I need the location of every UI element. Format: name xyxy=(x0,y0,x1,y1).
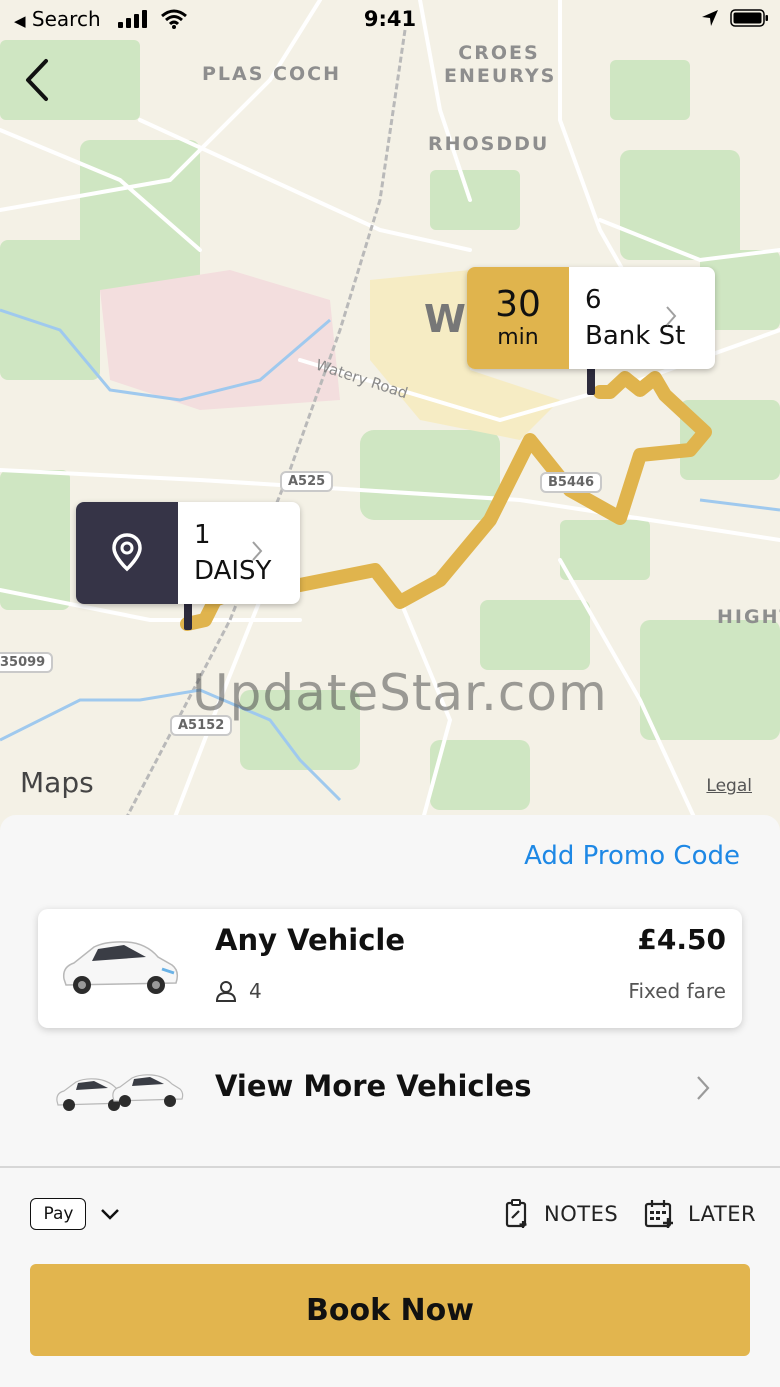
apple-pay-icon: Pay xyxy=(30,1198,86,1230)
place-label: W xyxy=(424,297,468,341)
chevron-down-icon xyxy=(101,1209,119,1220)
divider xyxy=(0,1166,780,1168)
clock: 9:41 xyxy=(363,7,417,31)
road-shield: B5446 xyxy=(540,472,603,493)
car-icon xyxy=(62,941,179,994)
watermark: UpdateStar.com xyxy=(192,664,608,722)
place-label: RHOSDDU xyxy=(428,133,550,155)
place-label: ENEURYS xyxy=(444,65,557,87)
place-label: PLAS COCH xyxy=(202,63,341,85)
destination-pin-stem xyxy=(587,365,595,395)
chevron-right-icon xyxy=(666,306,677,326)
destination-marker[interactable]: 30 min 6 Bank St xyxy=(467,267,715,369)
notes-button[interactable]: NOTES xyxy=(504,1199,618,1229)
chevron-right-icon xyxy=(252,541,263,561)
legal-link[interactable]: Legal xyxy=(706,776,752,796)
place-label: CROES xyxy=(458,42,540,64)
calendar-add-icon xyxy=(644,1200,673,1228)
chevron-right-icon xyxy=(697,1076,710,1100)
back-button[interactable] xyxy=(18,55,62,105)
map-view[interactable]: PLAS COCH CROES ENEURYS RHOSDDU W HIGHT … xyxy=(0,0,780,830)
seat-count: 4 xyxy=(249,979,262,1003)
cars-icon xyxy=(56,1074,184,1111)
fare-type: Fixed fare xyxy=(628,979,726,1003)
maps-label: Maps xyxy=(20,766,94,799)
apple-maps-attribution: Maps xyxy=(20,766,94,799)
pickup-marker[interactable]: 1 DAISY xyxy=(76,502,300,604)
vehicle-seats: 4 xyxy=(215,979,262,1003)
cellular-signal-icon xyxy=(118,10,147,28)
location-pin-icon xyxy=(112,533,142,572)
add-promo-code-link[interactable]: Add Promo Code xyxy=(524,841,740,871)
location-arrow-icon xyxy=(702,10,718,26)
status-bar: ◀ Search 9:41 xyxy=(0,0,780,40)
place-label: HIGHT xyxy=(717,606,780,628)
notes-icon xyxy=(505,1199,527,1228)
book-now-button[interactable]: Book Now xyxy=(30,1264,750,1356)
eta-unit: min xyxy=(497,325,539,350)
vehicle-option-card[interactable]: Any Vehicle 4 £4.50 Fixed fare xyxy=(38,909,742,1028)
vehicle-price: £4.50 xyxy=(637,923,726,956)
road-shield: 35099 xyxy=(0,652,54,673)
person-icon xyxy=(215,981,237,1002)
view-more-vehicles-row[interactable]: View More Vehicles xyxy=(0,1047,780,1131)
eta-badge: 30 min xyxy=(467,267,569,369)
road-shield: A525 xyxy=(280,471,334,492)
eta-value: 30 xyxy=(495,284,541,325)
schedule-later-button[interactable]: LATER xyxy=(644,1199,756,1229)
payment-method-selector[interactable]: Pay xyxy=(30,1198,120,1230)
later-label: LATER xyxy=(688,1202,757,1226)
view-more-vehicles-label: View More Vehicles xyxy=(215,1069,532,1103)
pay-label: Pay xyxy=(43,1204,74,1224)
notes-label: NOTES xyxy=(544,1202,619,1226)
pickup-pin-stem xyxy=(184,600,192,630)
battery-icon xyxy=(730,9,768,27)
pickup-icon-badge xyxy=(76,502,178,604)
booking-sheet: Add Promo Code Any Vehicle 4 £4.50 Fixed… xyxy=(0,815,780,1387)
wifi-icon xyxy=(161,9,187,29)
vehicle-name: Any Vehicle xyxy=(215,923,406,957)
